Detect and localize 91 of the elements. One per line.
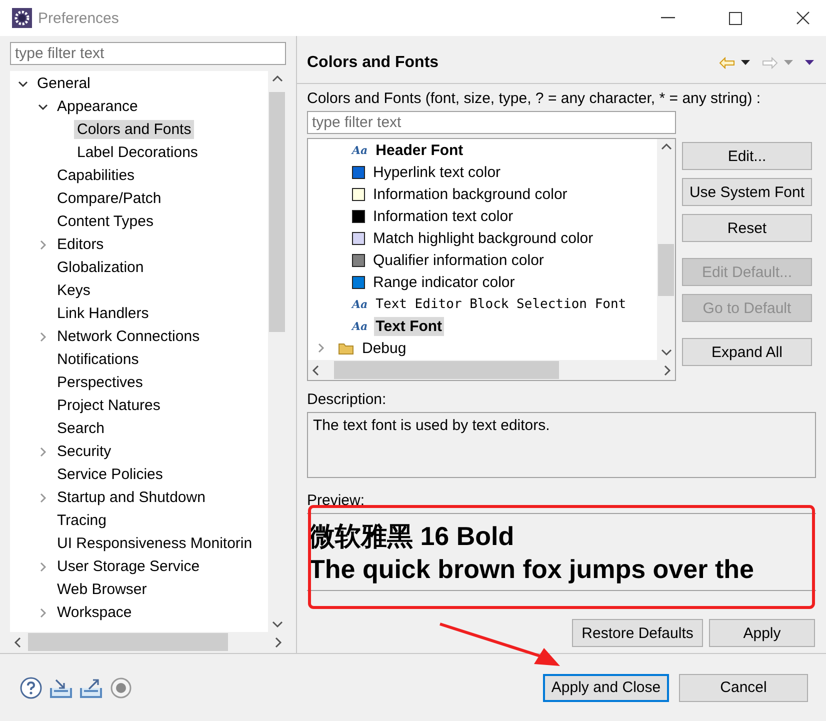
chevron-right-icon[interactable] xyxy=(316,343,326,353)
horizontal-scrollbar[interactable] xyxy=(308,360,675,380)
action-button[interactable]: Use System Font xyxy=(682,178,812,206)
tree-item[interactable]: Service Policies xyxy=(54,465,166,484)
preview-label: Preview: xyxy=(307,492,366,509)
record-icon[interactable] xyxy=(110,676,132,698)
tree-item[interactable]: Search xyxy=(54,419,108,438)
scrollbar-thumb[interactable] xyxy=(334,361,559,379)
tree-item[interactable]: Workspace xyxy=(54,603,135,622)
list-item[interactable]: Text Editor Block Selection Font xyxy=(374,296,628,312)
list-item[interactable]: Text Font xyxy=(374,316,444,336)
list-item[interactable]: Match highlight background color xyxy=(371,228,596,248)
dialog-button[interactable]: Cancel xyxy=(679,674,808,702)
page-button[interactable]: Restore Defaults xyxy=(572,619,703,647)
filter-label: Colors and Fonts (font, size, type, ? = any character, * = any string) : xyxy=(307,90,762,107)
tree-item[interactable]: Security xyxy=(54,442,114,461)
list-item[interactable]: Range indicator color xyxy=(371,272,517,292)
minimize-icon[interactable] xyxy=(661,17,675,19)
tree-item[interactable]: Startup and Shutdown xyxy=(54,488,208,507)
list-item[interactable]: Hyperlink text color xyxy=(371,162,503,182)
description-label: Description: xyxy=(307,391,388,408)
scrollbar-thumb[interactable] xyxy=(28,633,228,651)
filter-field[interactable]: type filter text xyxy=(307,111,676,134)
app-icon xyxy=(12,8,32,28)
tree-item[interactable]: Appearance xyxy=(54,97,141,116)
list-item[interactable]: Information text color xyxy=(371,206,516,226)
tree-item[interactable]: UI Responsiveness Monitorin xyxy=(54,534,256,553)
chevron-down-icon[interactable] xyxy=(38,102,48,112)
tree-item[interactable]: Web Browser xyxy=(54,580,150,599)
tree-item[interactable]: User Storage Service xyxy=(54,557,203,576)
action-button[interactable]: Edit... xyxy=(682,142,812,170)
tree-item[interactable]: Globalization xyxy=(54,258,147,277)
import-icon[interactable] xyxy=(50,678,72,698)
close-icon[interactable] xyxy=(796,11,810,25)
description-text: The text font is used by text editors. xyxy=(307,412,816,478)
font-icon: Aa xyxy=(352,320,368,332)
chevron-right-icon[interactable] xyxy=(38,608,48,618)
chevron-right-icon[interactable] xyxy=(38,562,48,572)
action-button[interactable]: Reset xyxy=(682,214,812,242)
list-item[interactable]: Debug xyxy=(360,338,408,358)
tree-item[interactable]: General xyxy=(34,74,94,93)
tree-item[interactable]: Label Decorations xyxy=(74,143,201,162)
tree-item[interactable]: Keys xyxy=(54,281,94,300)
scroll-down-icon[interactable] xyxy=(660,349,672,356)
scroll-down-icon[interactable] xyxy=(272,621,282,628)
chevron-down-icon[interactable] xyxy=(18,78,28,88)
view-menu-icon[interactable] xyxy=(805,60,814,65)
forward-arrow-icon[interactable] xyxy=(762,56,778,68)
scroll-left-icon[interactable] xyxy=(312,364,319,376)
action-button[interactable]: Expand All xyxy=(682,338,812,366)
page-button[interactable]: Apply xyxy=(709,619,815,647)
scrollbar-thumb[interactable] xyxy=(658,244,674,296)
list-item[interactable]: Qualifier information color xyxy=(371,250,546,270)
chevron-right-icon[interactable] xyxy=(38,446,48,456)
page-title: Colors and Fonts xyxy=(307,54,439,72)
scroll-left-icon[interactable] xyxy=(14,636,21,648)
tree-item[interactable]: Compare/Patch xyxy=(54,189,164,208)
chevron-right-icon[interactable] xyxy=(38,492,48,502)
tree-item[interactable]: Editors xyxy=(54,235,107,254)
dropdown-icon[interactable] xyxy=(741,60,750,65)
folder-icon xyxy=(338,342,354,354)
tree-item[interactable]: Content Types xyxy=(54,212,156,231)
scroll-right-icon[interactable] xyxy=(275,636,282,648)
chevron-right-icon[interactable] xyxy=(38,332,48,342)
tree-item[interactable]: Notifications xyxy=(54,350,142,369)
window-title: Preferences xyxy=(38,10,120,26)
tree-item[interactable]: Project Natures xyxy=(54,396,164,415)
tree-item[interactable]: Network Connections xyxy=(54,327,203,346)
scroll-up-icon[interactable] xyxy=(660,143,672,150)
filter-field[interactable]: type filter text xyxy=(10,42,286,65)
help-icon[interactable] xyxy=(20,676,42,698)
scroll-up-icon[interactable] xyxy=(272,75,282,82)
tree-item[interactable]: Capabilities xyxy=(54,166,138,185)
preview-text: The quick brown fox jumps over the xyxy=(309,553,755,586)
list-item[interactable]: Information background color xyxy=(371,184,570,204)
vertical-scrollbar[interactable] xyxy=(657,139,675,360)
tree-item[interactable]: Tracing xyxy=(54,511,110,530)
scrollbar-thumb[interactable] xyxy=(269,92,285,332)
chevron-right-icon[interactable] xyxy=(38,240,48,250)
scroll-right-icon[interactable] xyxy=(664,364,671,376)
maximize-icon[interactable] xyxy=(729,12,742,24)
dialog-button[interactable]: Apply and Close xyxy=(543,674,669,702)
tree-item[interactable]: Link Handlers xyxy=(54,304,152,323)
preview-text: 微软雅黑 16 Bold xyxy=(309,520,516,553)
list-item[interactable]: Header Font xyxy=(374,140,466,160)
back-arrow-icon[interactable] xyxy=(719,56,735,68)
font-icon: Aa xyxy=(352,144,368,156)
tree-item[interactable]: Colors and Fonts xyxy=(74,120,194,139)
export-icon[interactable] xyxy=(80,678,102,698)
tree-item[interactable]: Perspectives xyxy=(54,373,146,392)
font-icon: Aa xyxy=(352,298,368,310)
